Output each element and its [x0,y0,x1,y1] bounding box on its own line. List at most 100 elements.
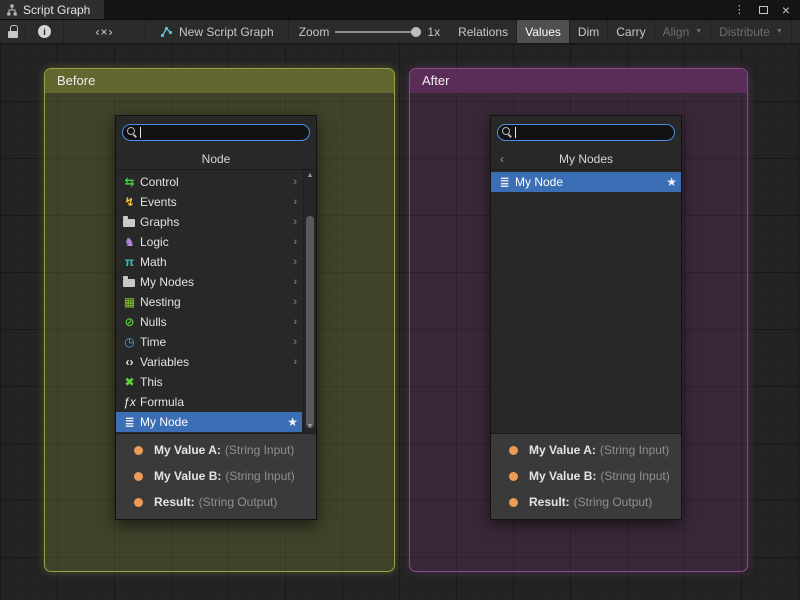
chevron-right-icon: › [293,216,302,228]
toolbar-button-relations[interactable]: Relations [450,20,517,43]
scrollbar[interactable]: ▲ ▼ [303,170,316,433]
port-my-value-a-[interactable]: My Value A:(String Input) [116,437,316,463]
node-search-input[interactable] [122,124,310,141]
chevron-right-icon: › [293,316,302,328]
formula-icon: ƒx [121,392,138,412]
list-item-graphs[interactable]: Graphs › [116,212,302,232]
favorite-star-icon[interactable]: ★ [666,175,681,189]
port-name: My Value B: [529,469,596,483]
list-item-math[interactable]: πMath› [116,252,302,272]
group-after-header[interactable]: After [410,69,747,93]
node-finder-before: Node ⇆Control›↯Events›Graphs›♞Logic›πMat… [115,115,317,520]
port-dot-icon[interactable] [509,498,518,507]
list-item-label: This [140,375,163,389]
port-name: Result: [529,495,570,509]
list-item-label: Control [140,175,179,189]
port-dot-icon[interactable] [509,472,518,481]
port-dot-icon[interactable] [134,472,143,481]
node-ports: My Value A:(String Input)My Value B:(Str… [116,433,316,519]
chevron-right-icon: › [293,176,302,188]
port-name: Result: [154,495,195,509]
zoom-control: Zoom 1x [289,20,450,43]
list-item-label: Time [140,335,166,349]
list-item-variables[interactable]: ‹›Variables› [116,352,302,372]
chevron-right-icon: › [293,356,302,368]
scroll-up-icon[interactable]: ▲ [304,170,316,182]
script-graph-window: Script Graph ⋮ × i ‹×› New Script Graph [0,0,800,600]
toolbar-button-dim[interactable]: Dim [570,20,608,43]
chevron-right-icon: › [293,256,302,268]
list-item-nesting[interactable]: ▦Nesting› [116,292,302,312]
my-nodes-icon [121,272,138,292]
list-item-my-node[interactable]: ≣My Node ★ [116,412,302,432]
graph-canvas[interactable]: Before After Node ⇆Control›↯Events›Graph… [0,44,800,600]
toolbar-toggle-group: Relations Values Dim Carry Align▼ Distribute ▼… [450,20,800,43]
scroll-down-icon[interactable]: ▼ [304,421,316,433]
back-chevron-icon[interactable]: ‹ [500,148,504,170]
toolbar-button-label: Dim [578,25,599,39]
zoom-value: 1x [427,25,440,39]
search-icon [502,127,513,138]
tab-script-graph[interactable]: Script Graph [0,0,104,19]
zoom-slider[interactable] [335,31,421,33]
my-node-icon: ≣ [496,172,513,192]
list-item-label: My Nodes [140,275,194,289]
list-item-this[interactable]: ✖This [116,372,302,392]
scrollbar-thumb[interactable] [306,216,314,428]
lock-button[interactable] [0,20,26,43]
port-dot-icon[interactable] [134,498,143,507]
toolbar-button-label: Carry [616,25,645,39]
toolbar-button-overview[interactable]: Overview [792,20,800,43]
port-my-value-a-[interactable]: My Value A:(String Input) [491,437,681,463]
list-item-time[interactable]: ◷Time› [116,332,302,352]
list-item-my-nodes[interactable]: My Nodes› [116,272,302,292]
list-item-logic[interactable]: ♞Logic› [116,232,302,252]
list-item-formula[interactable]: ƒxFormula [116,392,302,412]
new-script-graph-button[interactable]: New Script Graph [146,20,289,43]
toolbar-button-label: Distribute [719,25,770,39]
toolbar-button-label: Values [525,25,561,39]
chevron-right-icon: › [293,336,302,348]
node-ports: My Value A:(String Input) My Value B: (Str… [491,433,681,519]
events-icon: ↯ [121,192,138,212]
code-view-button[interactable]: ‹×› [64,20,146,43]
list-item-nulls[interactable]: ⊘Nulls› [116,312,302,332]
port-my-value-b-[interactable]: My Value B: (String Input) [491,463,681,489]
lock-icon [8,25,18,38]
node-finder-after: ‹ My Nodes ≣My Node★ My Value A:(String … [490,115,682,520]
chevron-down-icon: ▼ [776,28,783,35]
my-node-icon: ≣ [121,412,138,432]
port-my-value-b-[interactable]: My Value B:(String Input) [116,463,316,489]
tab-title: Script Graph [23,3,90,17]
zoom-slider-handle[interactable] [411,27,421,37]
list-item-label: My Node [140,415,188,429]
chevron-right-icon: › [293,296,302,308]
favorite-star-icon[interactable]: ★ [287,415,302,429]
chevron-right-icon: › [293,236,302,248]
list-item-events[interactable]: ↯Events› [116,192,302,212]
toolbar-button-distribute[interactable]: Distribute ▼ [711,20,792,43]
list-item-my-node[interactable]: ≣My Node ★ [491,172,681,192]
close-icon[interactable]: × [782,3,790,17]
logic-icon: ♞ [121,232,138,252]
toolbar-button-carry[interactable]: Carry [608,20,654,43]
list-item-label: My Node [515,175,563,189]
port-result-[interactable]: Result:(String Output) [116,489,316,515]
node-search-input[interactable] [497,124,675,141]
math-icon: π [121,252,138,272]
port-result-[interactable]: Result:(String Output) [491,489,681,515]
group-before-header[interactable]: Before [45,69,394,93]
list-item-control[interactable]: ⇆Control › [116,172,302,192]
maximize-icon[interactable] [759,6,768,14]
port-dot-icon[interactable] [134,446,143,455]
list-item-label: Graphs [140,215,179,229]
port-dot-icon[interactable] [509,446,518,455]
finder-list: ⇆Control›↯Events›Graphs›♞Logic›πMath›My … [116,170,316,433]
toolbar-button-values[interactable]: Values [517,20,570,43]
menu-dots-icon[interactable]: ⋮ [734,3,745,16]
control-icon: ⇆ [121,172,138,192]
toolbar-button-align[interactable]: Align▼ [655,20,712,43]
this-icon: ✖ [121,372,138,392]
inspect-button[interactable]: i [26,20,64,43]
port-type: (String Input) [600,469,669,483]
